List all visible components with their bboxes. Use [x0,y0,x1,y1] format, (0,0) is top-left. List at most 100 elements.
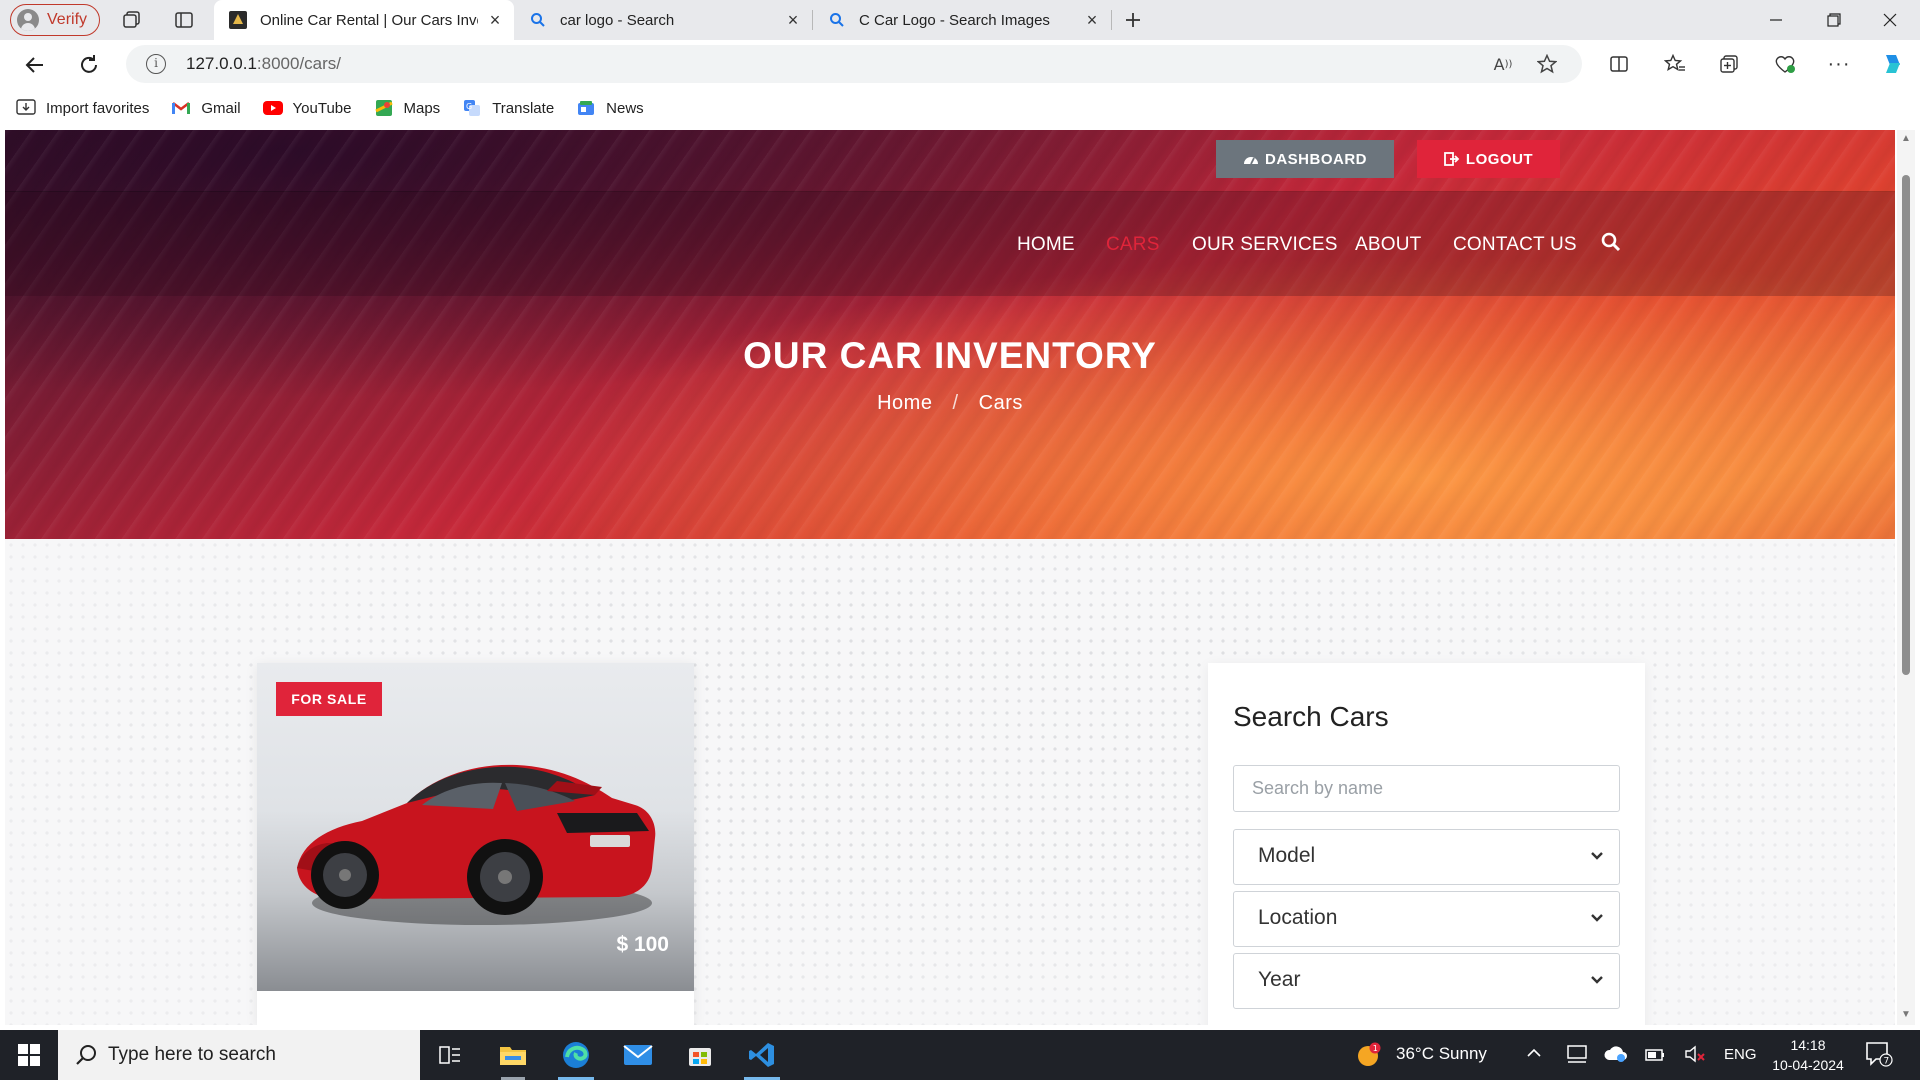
search-icon [528,10,548,30]
close-icon[interactable]: × [486,11,504,29]
dashboard-button[interactable]: DASHBOARD [1216,140,1394,178]
restore-icon[interactable] [1806,0,1862,40]
copilot-icon[interactable] [1878,49,1908,79]
refresh-icon[interactable] [74,50,104,80]
scroll-up-icon[interactable]: ▲ [1901,134,1911,144]
system-clock[interactable]: 14:18 10-04-2024 [1768,1035,1848,1075]
read-aloud-icon[interactable]: A)) [1492,53,1514,75]
location-select[interactable]: Location [1233,891,1620,947]
close-icon[interactable]: × [1083,11,1101,29]
new-tab-icon[interactable] [1121,8,1145,32]
back-arrow-icon[interactable] [20,50,50,80]
year-select-value: Year [1258,968,1301,991]
scroll-down-icon[interactable]: ▼ [1901,1010,1911,1020]
fav-gmail[interactable]: Gmail [171,98,241,118]
vscode-icon[interactable] [734,1030,790,1080]
url-text[interactable]: 127.0.0.1:8000/cars/ [186,54,341,74]
notification-center-icon[interactable]: 7 [1864,1040,1896,1070]
top-bar [5,130,1895,192]
translate-icon: G [462,98,482,118]
model-select-value: Model [1258,844,1316,867]
tab-car-rental[interactable]: Online Car Rental | Our Cars Inve × [214,0,514,40]
tab-title: Online Car Rental | Our Cars Inve [260,11,478,29]
logout-button[interactable]: LOGOUT [1417,140,1560,178]
tab-actions-icon[interactable] [172,8,196,32]
location-select-value: Location [1258,906,1338,929]
fav-import-favorites[interactable]: Import favorites [16,98,149,118]
fav-maps[interactable]: Maps [374,98,441,118]
nav-search-icon[interactable] [1601,232,1625,256]
nav-cars[interactable]: CARS [1106,234,1160,256]
news-icon [576,98,596,118]
url-path: :8000/cars/ [256,54,342,73]
youtube-icon [262,98,283,118]
tab-car-logo-search[interactable]: car logo - Search × [514,0,812,40]
volume-muted-icon[interactable] [1684,1045,1706,1068]
microsoft-store-icon[interactable] [672,1030,728,1080]
weather-text[interactable]: 36°C Sunny [1396,1044,1487,1064]
taskbar-search-box[interactable]: Type here to search [58,1030,420,1080]
page-scrollbar[interactable]: ▲ ▼ [1897,130,1915,1025]
tray-chevron-up-icon[interactable] [1526,1045,1542,1066]
fav-youtube[interactable]: YouTube [262,98,352,118]
close-icon[interactable]: × [784,11,802,29]
chevron-down-icon [1591,914,1603,922]
favorites-icon[interactable] [1660,49,1690,79]
maps-icon [374,98,394,118]
file-explorer-icon[interactable] [485,1030,541,1080]
avatar [17,9,39,31]
onedrive-sync-icon[interactable] [1604,1044,1628,1069]
tablet-mode-icon[interactable] [1566,1044,1588,1069]
edge-browser-icon[interactable] [548,1030,604,1080]
fav-translate[interactable]: G Translate [462,98,554,118]
svg-text:7: 7 [1884,1057,1890,1067]
workspaces-icon[interactable] [120,8,144,32]
split-screen-icon[interactable] [1604,49,1634,79]
site-info-icon[interactable]: i [146,54,166,74]
logout-label: LOGOUT [1465,150,1534,168]
car-price: $ 100 [616,933,669,956]
car-image: FOR SALE $ 100 [257,663,694,991]
svg-text:G: G [466,102,472,111]
fav-label: Maps [403,99,441,117]
nav-our-services[interactable]: OUR SERVICES [1192,234,1338,256]
fav-label: Translate [492,99,555,117]
weather-badge: 1 [1373,1044,1378,1053]
fav-news[interactable]: News [576,98,644,118]
close-window-icon[interactable] [1862,0,1918,40]
scrollbar-thumb[interactable] [1902,175,1910,675]
minimize-icon[interactable] [1748,0,1804,40]
profile-button[interactable]: Verify [10,4,100,36]
fav-label: Gmail [201,99,241,117]
dashboard-gauge-icon [1244,157,1258,165]
nav-home[interactable]: HOME [1017,234,1075,256]
favorite-star-icon[interactable] [1536,53,1558,75]
search-by-name-input[interactable]: Search by name [1233,765,1620,812]
profile-label: Verify [47,11,88,28]
breadcrumb: Home / Cars [5,392,1895,415]
model-select[interactable]: Model [1233,829,1620,885]
car-card[interactable]: FOR SALE $ 100 [257,663,694,1025]
windows-start-icon[interactable] [0,1030,58,1080]
nav-about[interactable]: ABOUT [1355,234,1421,256]
search-icon [76,1045,96,1065]
more-options-icon[interactable]: ··· [1824,49,1854,79]
browser-essentials-icon[interactable] [1770,49,1800,79]
nav-contact-us[interactable]: CONTACT US [1453,234,1577,256]
car-rental-favicon-icon [228,10,248,30]
import-icon [16,98,36,118]
address-bar[interactable]: i 127.0.0.1:8000/cars/ A)) [126,45,1582,83]
fav-label: News [606,99,644,117]
breadcrumb-home[interactable]: Home [877,392,932,414]
for-sale-badge: FOR SALE [276,682,382,716]
mail-icon[interactable] [610,1030,666,1080]
collections-icon[interactable] [1714,49,1744,79]
page-title: OUR CAR INVENTORY [743,335,1157,376]
tab-car-logo-images[interactable]: C Car Logo - Search Images × [813,0,1111,40]
task-view-icon[interactable] [422,1030,478,1080]
input-language[interactable]: ENG [1724,1046,1757,1063]
year-select[interactable]: Year [1233,953,1620,1009]
tab-title: car logo - Search [560,11,675,29]
weather-icon[interactable]: 1 [1356,1042,1382,1068]
battery-icon[interactable] [1644,1045,1666,1068]
